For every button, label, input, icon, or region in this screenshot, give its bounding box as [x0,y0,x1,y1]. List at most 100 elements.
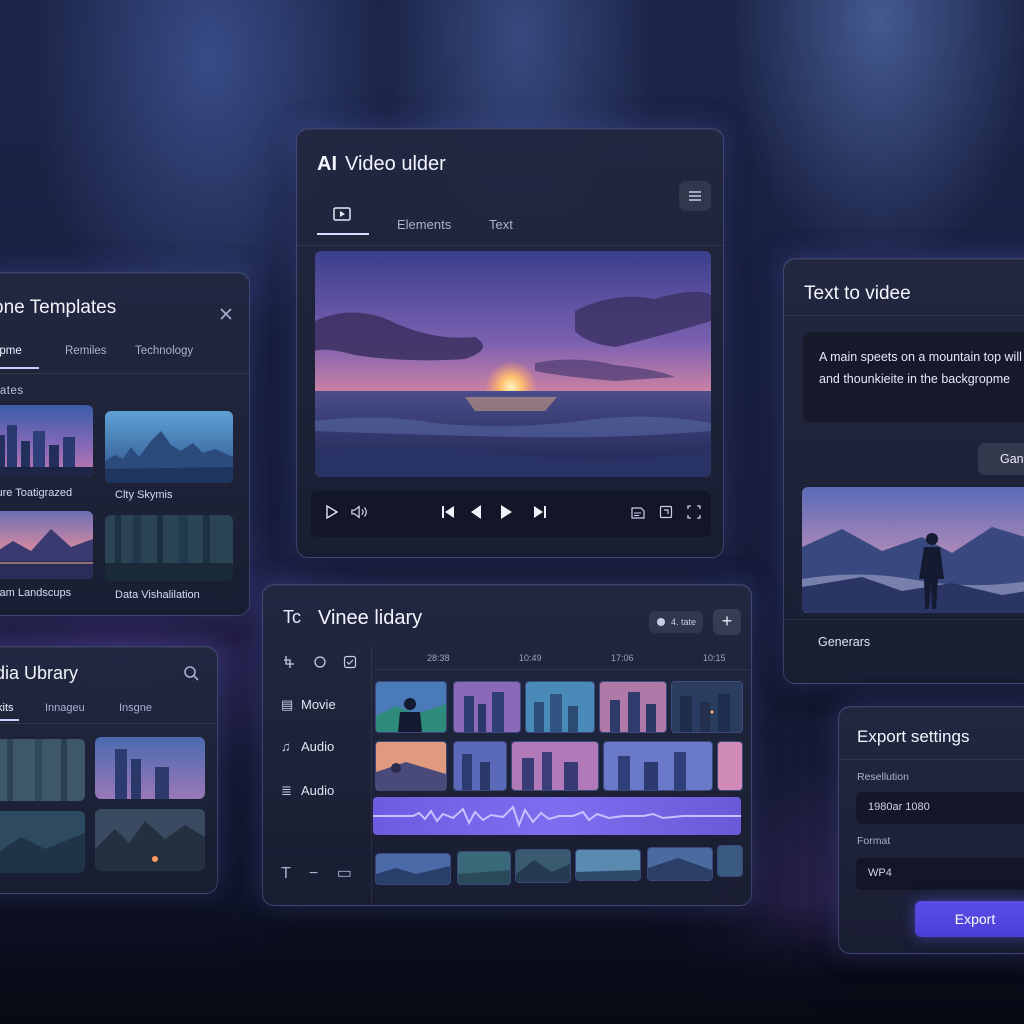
music-note-icon: ♫ [281,739,291,754]
media-thumb-forest-lights[interactable] [95,809,205,871]
tab-remiles[interactable]: Remiles [65,345,107,357]
format-field[interactable]: WP4 [855,857,1024,891]
cut-icon[interactable] [283,655,297,669]
export-settings-panel: Export settings Resellution 1980ar 1080 … [838,706,1024,954]
export-settings-title: Export settings [857,727,970,746]
tab-insgne[interactable]: Insgne [119,702,152,714]
video-builder-title: AI Video ulder [317,153,446,176]
template-thumb-landscape[interactable] [0,511,93,579]
video-clip[interactable] [647,847,713,881]
track-label: Movie [301,697,336,712]
video-clip[interactable] [515,849,571,883]
subtitles-icon[interactable] [629,503,647,521]
media-thumb-city-night[interactable] [95,737,205,799]
video-clip[interactable] [599,681,667,733]
play-icon[interactable] [323,503,341,521]
folder-icon[interactable]: ▭ [337,865,352,882]
template-caption: Clty Skymis [115,489,173,501]
video-library-title: Vinee lidary [318,607,423,629]
ai-label: AI [317,153,337,175]
tab-elements[interactable]: Elements [397,217,451,232]
ruler-tick: 17:06 [611,653,634,663]
fullscreen-icon[interactable] [685,503,703,521]
tab-text[interactable]: Text [489,217,513,232]
resolution-label: Resellution [857,771,909,783]
volume-icon[interactable] [351,503,369,521]
video-clip[interactable] [717,845,743,877]
video-clip[interactable] [453,681,521,733]
playback-controls [311,491,711,537]
track-audio-2[interactable]: ≣ Audio [281,783,334,799]
video-clip[interactable] [511,741,599,791]
tab-images[interactable]: Innageu [45,702,85,714]
text-to-video-title: Text to videe [804,283,911,304]
video-clip[interactable] [575,849,641,881]
play-main-icon[interactable] [497,503,515,521]
tab-opme[interactable]: opme [0,345,22,357]
video-clip[interactable] [671,681,743,733]
tab-technology[interactable]: Technology [135,345,193,357]
template-caption: sure Toatigrazed [0,487,73,499]
timeline-ruler[interactable]: 28:38 10:49 17:06 10:15 [375,653,749,670]
search-icon[interactable] [183,665,199,681]
video-clip[interactable] [457,851,511,885]
generated-image[interactable] [802,487,1024,613]
prompt-text: A main speets on a mountain top will isk… [819,350,1024,386]
video-library-panel: Tc Vinee lidary 4. tate + ▤ Movie ♫ Audio … [262,584,752,906]
ruler-tick: 10:15 [703,653,726,663]
prompt-input[interactable]: A main speets on a mountain top will isk… [802,331,1024,423]
track-movie[interactable]: ▤ Movie [281,697,336,713]
template-thumb-city-dusk[interactable] [0,405,93,477]
generate-label[interactable]: Generars [818,635,870,649]
rewind-icon[interactable] [467,503,485,521]
tab-kits[interactable]: kits [0,702,14,714]
audio-track-waveform[interactable] [373,797,741,835]
resolution-field[interactable]: 1980ar 1080 [855,791,1024,825]
format-value: WP4 [868,867,892,879]
media-library-panel: dia Ubrary kits Innageu Insgne [0,646,218,894]
video-builder-title-text: Video ulder [345,153,446,175]
minus-icon[interactable]: − [309,865,318,882]
builder-tabs: Elements Text [297,205,723,246]
active-tab-indicator [317,233,369,235]
skip-forward-icon[interactable] [531,503,549,521]
resolution-value: 1980ar 1080 [868,801,930,813]
media-thumb-mountain[interactable] [0,811,85,873]
text-icon[interactable]: T [281,865,290,882]
active-tab-indicator [0,367,39,369]
video-clip[interactable] [375,853,451,885]
template-caption: stam Landscups [0,587,72,599]
divider [839,759,1024,760]
media-tabs: kits Innageu Insgne [0,699,217,724]
divider [784,619,1024,620]
skip-back-icon[interactable] [439,503,457,521]
video-preview[interactable] [315,251,711,477]
video-clip[interactable] [453,741,507,791]
add-button[interactable]: + [713,609,741,635]
video-tab-icon[interactable] [333,207,351,221]
video-clip[interactable] [717,741,743,791]
export-button[interactable]: Export [915,901,1024,937]
template-thumb-forest[interactable] [105,515,233,581]
active-tab-indicator [0,719,19,721]
generate-button[interactable]: Gana [978,443,1024,475]
video-clip[interactable] [603,741,713,791]
track-audio[interactable]: ♫ Audio [281,739,334,754]
ruler-tick: 10:49 [519,653,542,663]
media-thumb-misty-forest[interactable] [0,739,85,801]
timeline-tools: T − ▭ [281,863,352,883]
video-clip[interactable] [375,741,447,791]
video-clip[interactable] [375,681,447,733]
close-icon[interactable] [219,307,233,321]
status-pill[interactable]: 4. tate [649,611,703,633]
video-clip[interactable] [525,681,595,733]
template-thumb-city-skyline[interactable] [105,411,233,483]
track-label: Audio [301,739,335,754]
check-icon[interactable] [343,655,357,669]
templates-tabs: opme Remiles Technology [0,343,249,374]
format-label: Format [857,835,891,847]
loop-icon[interactable] [313,655,327,669]
crop-icon[interactable] [657,503,675,521]
template-caption: Data Vishalilation [115,589,200,601]
templates-section-label: eates [0,385,24,397]
